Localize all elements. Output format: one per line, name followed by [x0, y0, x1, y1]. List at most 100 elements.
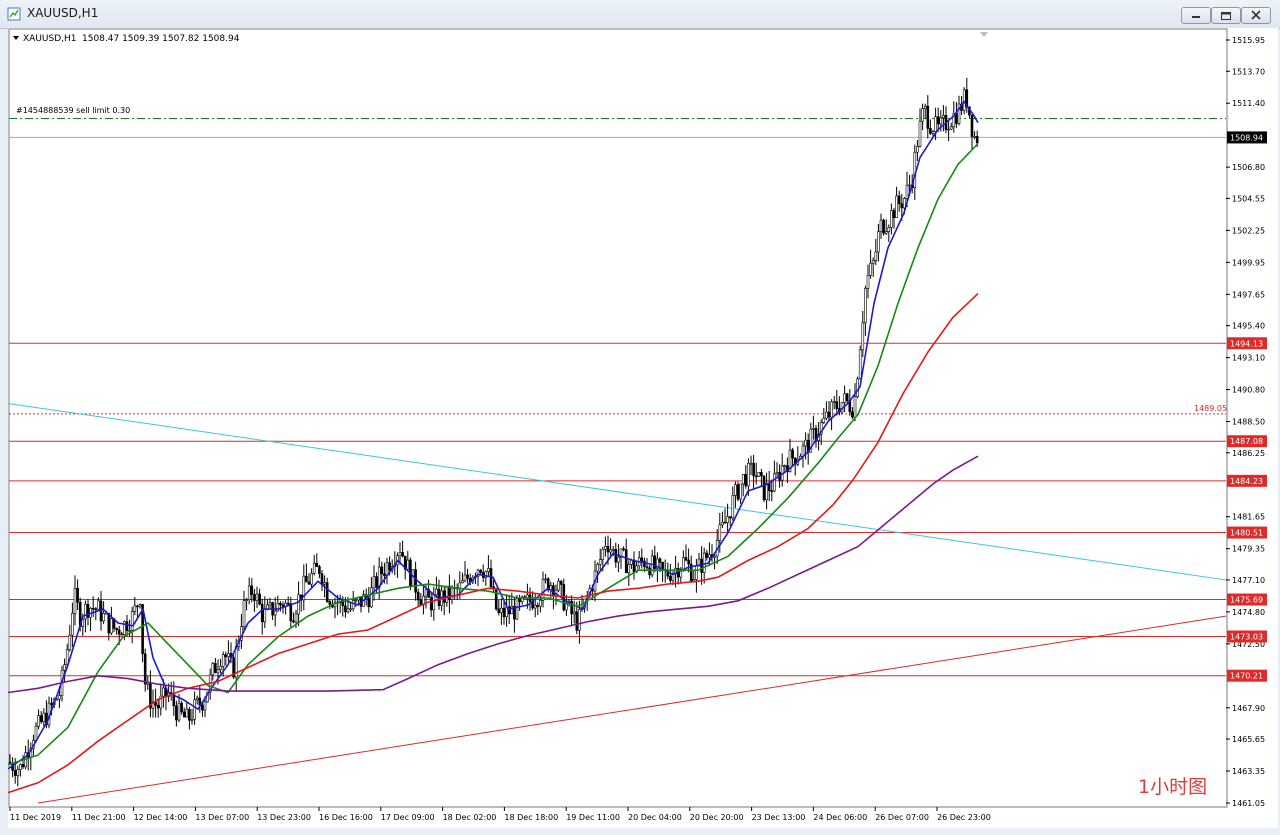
candle-body — [858, 349, 862, 380]
candle-body — [884, 231, 888, 234]
candle-body — [227, 653, 230, 658]
candle-body — [13, 770, 17, 776]
candle-body — [162, 687, 165, 697]
restore-button[interactable] — [1211, 7, 1241, 24]
candle-body — [117, 629, 121, 635]
x-tick-label: 19 Dec 11:00 — [566, 813, 620, 822]
candle-body — [128, 630, 131, 632]
candle-body — [936, 116, 940, 125]
candle-body — [536, 605, 540, 607]
candle-body — [736, 484, 740, 500]
candle-body — [544, 578, 547, 581]
candle-body — [973, 136, 976, 138]
candle-body — [344, 605, 347, 613]
candle-body — [773, 473, 776, 492]
plot-area[interactable] — [8, 28, 1228, 808]
candle-body — [193, 699, 196, 720]
y-tick-label: 1506.80 — [1232, 163, 1265, 172]
candle-body — [713, 555, 716, 558]
candle-body — [346, 608, 350, 613]
candle-body — [349, 608, 352, 611]
candle-body — [539, 600, 542, 607]
candle-body — [949, 126, 953, 130]
x-tick-label: 13 Dec 23:00 — [257, 813, 311, 822]
title-bar[interactable]: XAUUSD,H1 — [0, 0, 1280, 29]
close-icon — [1251, 10, 1261, 20]
candle-body — [39, 715, 43, 723]
candle-body — [624, 549, 628, 574]
candle-body — [721, 521, 724, 526]
candle-body — [744, 474, 748, 487]
candle-body — [479, 569, 482, 573]
price-chart[interactable]: 1489.05 1515.95 1513.70 1511.40 1506.80 1504… — [8, 28, 1278, 828]
candle-body — [328, 601, 332, 605]
candle-body — [99, 600, 103, 622]
x-tick-label: 26 Dec 07:00 — [875, 813, 929, 822]
candle-body — [897, 195, 901, 205]
candle-body — [708, 554, 711, 558]
candle-body — [367, 597, 371, 608]
candle-body — [700, 558, 703, 573]
candle-body — [260, 603, 264, 623]
candle-body — [463, 574, 467, 582]
candle-body — [843, 393, 846, 403]
candle-body — [541, 579, 545, 601]
candle-body — [450, 587, 454, 600]
candle-body — [801, 445, 805, 457]
candle-body — [380, 566, 384, 575]
candle-body — [877, 231, 880, 253]
candle-body — [487, 568, 490, 572]
candle-body — [682, 557, 685, 570]
candle-body — [923, 105, 927, 109]
y-tick-label: 1511.40 — [1232, 99, 1265, 108]
candle-body — [692, 579, 696, 582]
candle-body — [825, 411, 828, 419]
y-tick-label: 1461.05 — [1232, 799, 1265, 808]
x-tick-label: 24 Dec 06:00 — [813, 813, 867, 822]
candle-body — [289, 603, 293, 622]
candle-body — [138, 604, 142, 607]
candle-body — [757, 472, 761, 477]
chart-header: XAUUSD,H1 1508.47 1509.39 1507.82 1508.9… — [13, 34, 240, 44]
candle-body — [929, 128, 932, 134]
candle-body — [913, 151, 917, 188]
candle-body — [315, 562, 319, 567]
candle-body — [156, 704, 160, 709]
candle-body — [812, 428, 815, 430]
candle-body — [962, 89, 966, 111]
close-button[interactable] — [1241, 7, 1271, 24]
candle-body — [632, 559, 636, 573]
x-tick-label: 26 Dec 23:00 — [937, 813, 991, 822]
level-price-label: 1470.21 — [1230, 672, 1263, 681]
candle-body — [406, 559, 410, 570]
candle-body — [125, 621, 129, 631]
candle-body — [731, 494, 735, 519]
y-tick-label: 1513.70 — [1232, 67, 1265, 76]
candle-body — [177, 702, 181, 721]
candle-body — [892, 210, 896, 219]
candle-body — [749, 462, 753, 465]
candle-body — [224, 654, 228, 658]
candle-body — [726, 516, 729, 524]
candle-body — [323, 582, 326, 585]
candle-body — [791, 449, 794, 459]
candle-body — [832, 401, 836, 403]
candle-body — [221, 654, 225, 667]
y-tick-label: 1481.65 — [1232, 513, 1265, 522]
candle-body — [765, 482, 768, 501]
x-tick-label: 20 Dec 04:00 — [628, 813, 682, 822]
candle-body — [572, 611, 576, 615]
candle-body — [942, 115, 945, 119]
x-tick-label: 17 Dec 09:00 — [381, 813, 435, 822]
candle-body — [286, 602, 290, 605]
candle-body — [611, 549, 615, 551]
candle-body — [258, 593, 261, 605]
level-price-label: 1480.51 — [1230, 529, 1263, 538]
candle-body — [861, 322, 865, 351]
candle-body — [762, 475, 766, 501]
candle-body — [73, 587, 77, 614]
x-tick-label: 16 Dec 16:00 — [319, 813, 373, 822]
minimize-button[interactable] — [1181, 7, 1211, 24]
candle-body — [658, 558, 662, 563]
candle-body — [947, 128, 950, 131]
